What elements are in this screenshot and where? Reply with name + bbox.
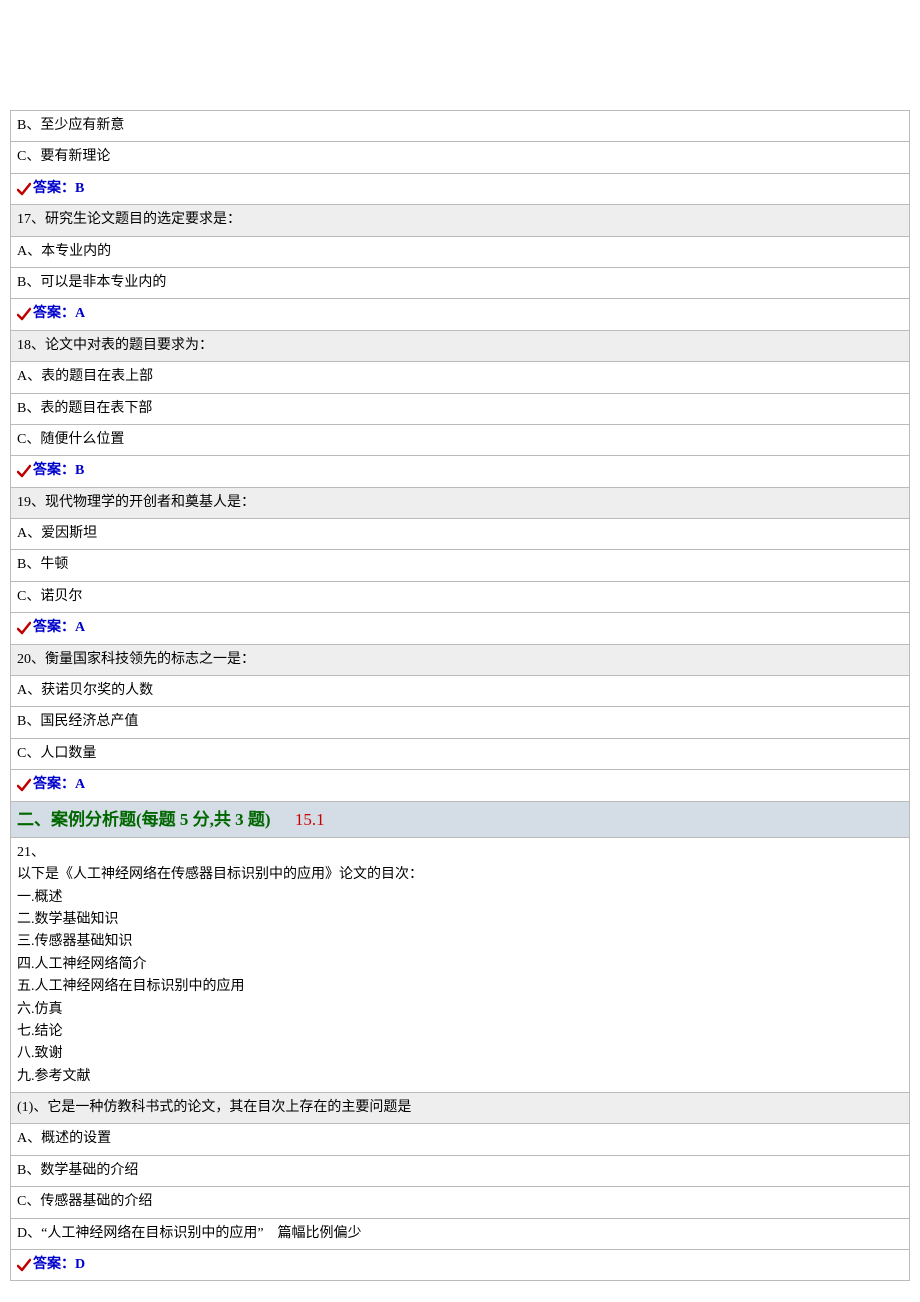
q21-sub1-answer: 答案：D xyxy=(11,1250,910,1281)
q20-option-b: B、国民经济总产值 xyxy=(11,707,910,738)
q21-intro-line: 七.结论 xyxy=(17,1021,903,1043)
check-icon xyxy=(17,621,31,635)
q20-option-c: C、人口数量 xyxy=(11,738,910,769)
check-icon xyxy=(17,778,31,792)
exam-table: B、至少应有新意 C、要有新理论 答案：B 17、研究生论文题目的选定要求是： … xyxy=(10,110,910,1281)
q21-sub1-option-d: D、“人工神经网络在目标识别中的应用” 篇幅比例偏少 xyxy=(11,1218,910,1249)
q21-intro-line: 五.人工神经网络在目标识别中的应用 xyxy=(17,976,903,998)
q18-answer-text: 答案：B xyxy=(33,463,84,478)
section2-title: 二、案例分析题(每题 5 分,共 3 题) xyxy=(17,810,271,829)
check-icon xyxy=(17,464,31,478)
q21-sub1-option-a: A、概述的设置 xyxy=(11,1124,910,1155)
q17-option-b: B、可以是非本专业内的 xyxy=(11,267,910,298)
q19-option-a: A、爱因斯坦 xyxy=(11,519,910,550)
q21-intro-line: 一.概述 xyxy=(17,887,903,909)
q21-intro: 21、 以下是《人工神经网络在传感器目标识别中的应用》论文的目次： 一.概述 二… xyxy=(11,837,910,1092)
q18-answer: 答案：B xyxy=(11,456,910,487)
check-icon xyxy=(17,182,31,196)
q21-sub1-option-c: C、传感器基础的介绍 xyxy=(11,1187,910,1218)
q20-option-a: A、获诺贝尔奖的人数 xyxy=(11,676,910,707)
q21-sub1-answer-text: 答案：D xyxy=(33,1257,85,1272)
q21-intro-line: 三.传感器基础知识 xyxy=(17,931,903,953)
check-icon xyxy=(17,1258,31,1272)
q19-question: 19、现代物理学的开创者和奠基人是： xyxy=(11,487,910,518)
q21-sub1-option-b: B、数学基础的介绍 xyxy=(11,1155,910,1186)
q18-question: 18、论文中对表的题目要求为： xyxy=(11,330,910,361)
q18-option-b: B、表的题目在表下部 xyxy=(11,393,910,424)
section2-score: 15.1 xyxy=(295,810,325,829)
q20-question: 20、衡量国家科技领先的标志之一是： xyxy=(11,644,910,675)
q19-option-b: B、牛顿 xyxy=(11,550,910,581)
q19-answer: 答案：A xyxy=(11,613,910,644)
q21-number: 21、 xyxy=(17,842,903,864)
q18-option-a: A、表的题目在表上部 xyxy=(11,362,910,393)
q16-answer-text: 答案：B xyxy=(33,181,84,196)
section2-header: 二、案例分析题(每题 5 分,共 3 题) 15.1 xyxy=(11,801,910,837)
q16-option-c: C、要有新理论 xyxy=(11,142,910,173)
q17-option-a: A、本专业内的 xyxy=(11,236,910,267)
q17-question: 17、研究生论文题目的选定要求是： xyxy=(11,205,910,236)
q20-answer: 答案：A xyxy=(11,770,910,801)
q16-answer: 答案：B xyxy=(11,173,910,204)
q17-answer-text: 答案：A xyxy=(33,306,85,321)
q20-answer-text: 答案：A xyxy=(33,777,85,792)
q21-intro-line: 九.参考文献 xyxy=(17,1066,903,1088)
q21-intro-line: 八.致谢 xyxy=(17,1043,903,1065)
q21-intro-line: 四.人工神经网络简介 xyxy=(17,954,903,976)
check-icon xyxy=(17,307,31,321)
q21-intro-line: 六.仿真 xyxy=(17,999,903,1021)
q21-intro-line: 以下是《人工神经网络在传感器目标识别中的应用》论文的目次： xyxy=(17,864,903,886)
q21-sub1-question: (1)、它是一种仿教科书式的论文，其在目次上存在的主要问题是 xyxy=(11,1093,910,1124)
q18-option-c: C、随便什么位置 xyxy=(11,424,910,455)
q16-option-b: B、至少应有新意 xyxy=(11,111,910,142)
q17-answer: 答案：A xyxy=(11,299,910,330)
q19-answer-text: 答案：A xyxy=(33,620,85,635)
q19-option-c: C、诺贝尔 xyxy=(11,581,910,612)
q21-intro-line: 二.数学基础知识 xyxy=(17,909,903,931)
